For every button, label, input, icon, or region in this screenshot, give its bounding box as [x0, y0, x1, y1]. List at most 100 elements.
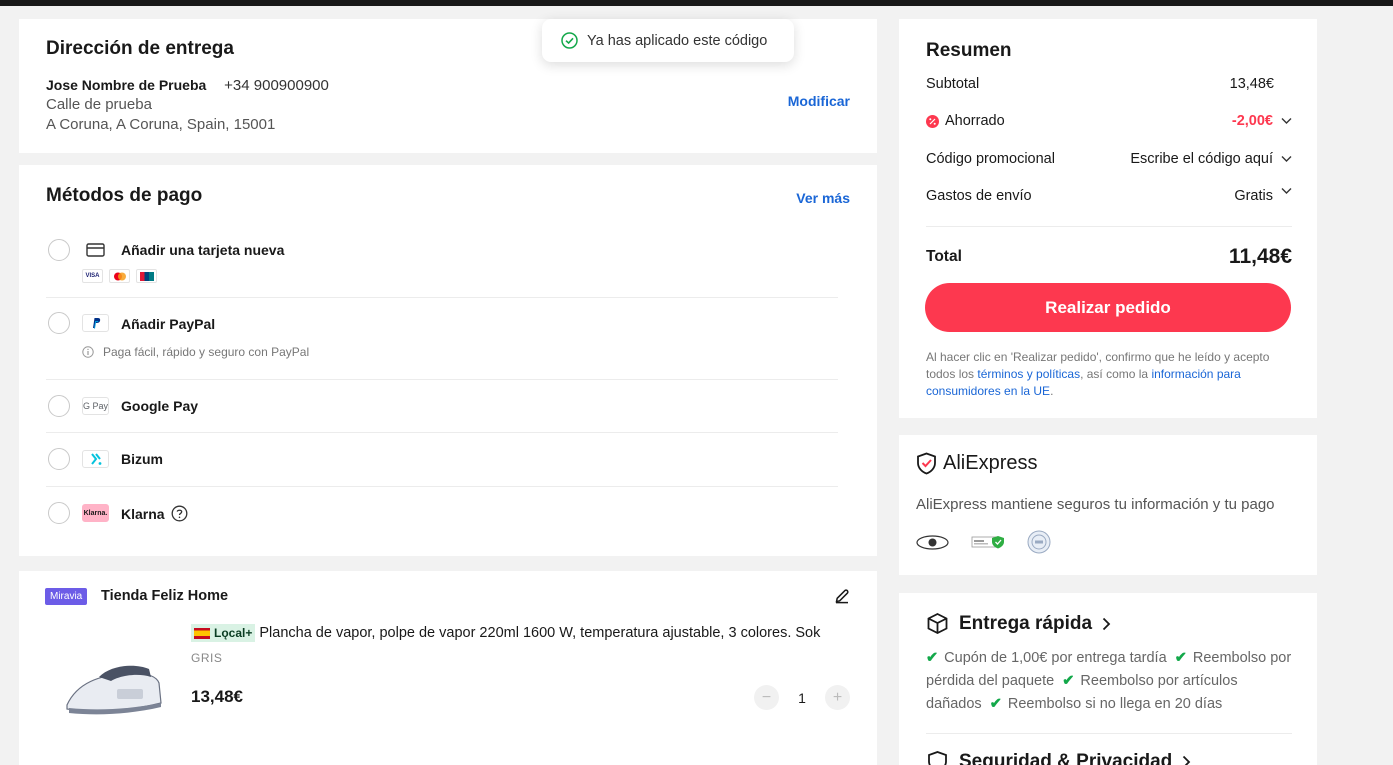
chevron-right-icon[interactable] — [1182, 755, 1191, 765]
aliexpress-brand: AliExpress — [943, 452, 1038, 474]
shield-check-icon — [917, 452, 936, 475]
shield-icon — [928, 751, 947, 765]
quantity-stepper: − 1 + — [754, 685, 850, 710]
discount-icon — [926, 114, 939, 128]
address-title: Dirección de entrega — [46, 38, 234, 59]
miravia-badge: Miravia — [45, 588, 88, 605]
package-icon — [927, 612, 948, 635]
accepted-cards: VISA — [82, 269, 157, 283]
paypal-note-text: Paga fácil, rápido y seguro con PayPal — [103, 345, 310, 359]
chevron-down-icon[interactable] — [1281, 117, 1292, 125]
see-more-link[interactable]: Ver más — [796, 190, 850, 206]
local-plus-text: Lǫcal+ — [214, 626, 253, 640]
product-image-steam-iron[interactable] — [59, 653, 169, 723]
edit-icon[interactable] — [834, 588, 850, 604]
security-seals — [916, 530, 1051, 554]
store-name: Tienda Feliz Home — [101, 588, 229, 604]
help-icon[interactable] — [171, 505, 188, 522]
info-icon — [82, 346, 94, 358]
visa-icon: VISA — [82, 269, 103, 283]
saved-label: Ahorrado — [945, 113, 1005, 129]
unionpay-icon — [136, 269, 157, 283]
payment-option-klarna[interactable]: Klarna. Klarna — [46, 487, 838, 541]
fast-delivery-card: Entrega rápida ✔ Cupón de 1,00€ por entre… — [899, 593, 1317, 765]
privacy-seal-icon — [1027, 530, 1051, 554]
verified-seal-icon — [971, 536, 1004, 549]
subtotal-label: Subtotal — [926, 76, 980, 92]
mastercard-icon — [109, 269, 130, 283]
chevron-right-icon[interactable] — [1102, 617, 1111, 631]
decrease-quantity-button[interactable]: − — [754, 685, 779, 710]
payment-label: Google Pay — [121, 398, 199, 414]
paypal-note: Paga fácil, rápido y seguro con PayPal — [82, 345, 309, 359]
payment-option-paypal[interactable]: Añadir PayPal Paga fácil, rápido y segur… — [46, 298, 838, 380]
security-text: AliExpress mantiene seguros tu informaci… — [916, 496, 1275, 513]
shipping-value: Gratis — [1234, 188, 1273, 204]
saved-row[interactable]: Ahorrado -2,00€ — [926, 113, 1292, 129]
payment-radio[interactable] — [48, 395, 70, 417]
quantity-value: 1 — [798, 689, 806, 706]
payment-label: Añadir PayPal — [121, 316, 216, 332]
recipient-line: Jose Nombre de Prueba +34 900900900 — [46, 77, 329, 94]
success-toast: Ya has aplicado este código — [542, 19, 794, 62]
total-value: 11,48€ — [1228, 245, 1292, 268]
payment-radio[interactable] — [48, 239, 70, 261]
local-plus-badge: Lǫcal+ — [191, 624, 256, 642]
chevron-down-icon[interactable] — [1281, 155, 1292, 163]
shipping-row[interactable]: Gastos de envío Gratis — [926, 188, 1292, 204]
terms-link[interactable]: términos y políticas — [977, 367, 1080, 381]
place-order-button[interactable]: Realizar pedido — [925, 283, 1291, 332]
payment-radio[interactable] — [48, 502, 70, 524]
klarna-label-wrap: Klarna — [121, 505, 188, 522]
fast-delivery-title: Entrega rápida — [959, 612, 1093, 634]
credit-card-icon — [82, 241, 109, 259]
product-title: Plancha de vapor, polpe de vapor 220ml 1… — [259, 625, 821, 641]
google-pay-icon: G Pay — [82, 397, 109, 415]
product-price: 13,48€ — [191, 687, 243, 706]
modify-address-link[interactable]: Modificar — [788, 93, 850, 109]
subtotal-row: Subtotal 13,48€ — [926, 76, 1292, 92]
summary-title: Resumen — [926, 40, 1012, 61]
product-title-line[interactable]: Lǫcal+ Plancha de vapor, polpe de vapor … — [191, 624, 851, 642]
address-city: A Coruna, A Coruna, Spain, 15001 — [46, 116, 276, 133]
security-privacy-title: Seguridad & Privacidad — [959, 750, 1173, 765]
payment-option-bizum[interactable]: Bizum — [46, 433, 838, 487]
security-trust-card: AliExpress AliExpress mantiene seguros t… — [899, 435, 1317, 575]
promo-label: Código promocional — [926, 151, 1055, 167]
address-street: Calle de prueba — [46, 96, 152, 113]
fast-delivery-header[interactable]: Entrega rápida — [926, 612, 1111, 635]
subtotal-value: 13,48€ — [1229, 76, 1274, 92]
chevron-down-icon[interactable] — [1281, 187, 1292, 195]
security-privacy-header[interactable]: Seguridad & Privacidad — [926, 750, 1191, 765]
klarna-icon: Klarna. — [82, 504, 109, 522]
check-circle-icon — [561, 32, 578, 49]
increase-quantity-button[interactable]: + — [825, 685, 850, 710]
payment-label: Bizum — [121, 451, 163, 467]
summary-divider — [926, 226, 1292, 227]
payment-methods-card: Métodos de pago Ver más Añadir una tarje… — [19, 165, 877, 556]
delivery-perks: ✔ Cupón de 1,00€ por entrega tardía ✔ Reem… — [926, 650, 1292, 712]
delivery-divider — [926, 733, 1292, 734]
promo-code-row[interactable]: Código promocional Escribe el código aqu… — [926, 151, 1292, 167]
shipping-label: Gastos de envío — [926, 188, 1032, 204]
perk-20-days-refund: Reembolso si no llega en 20 días — [1007, 696, 1223, 712]
payment-label: Añadir una tarjeta nueva — [121, 242, 285, 258]
payment-radio[interactable] — [48, 312, 70, 334]
bizum-icon — [82, 450, 109, 468]
payment-option-card[interactable]: Añadir una tarjeta nueva VISA — [46, 225, 838, 298]
pci-seal-icon — [916, 534, 949, 550]
perk-late-coupon: Cupón de 1,00€ por entrega tardía — [944, 650, 1167, 666]
legal-notice: Al hacer clic en 'Realizar pedido', conf… — [926, 349, 1292, 400]
legal-text-2: , así como la — [1080, 367, 1152, 381]
payment-option-google-pay[interactable]: G Pay Google Pay — [46, 380, 838, 433]
saved-value: -2,00€ — [1231, 113, 1273, 129]
spain-flag-icon — [194, 627, 210, 639]
top-bar — [0, 0, 1393, 6]
order-summary-card: Resumen Subtotal 13,48€ Ahorrado -2,00€ … — [899, 19, 1317, 418]
payment-label: Klarna — [121, 505, 165, 522]
product-variant: GRIS — [191, 651, 223, 665]
payment-radio[interactable] — [48, 448, 70, 470]
total-label: Total — [926, 248, 962, 265]
recipient-phone: +34 900900900 — [224, 77, 329, 94]
promo-input-prompt[interactable]: Escribe el código aquí — [1130, 151, 1273, 167]
